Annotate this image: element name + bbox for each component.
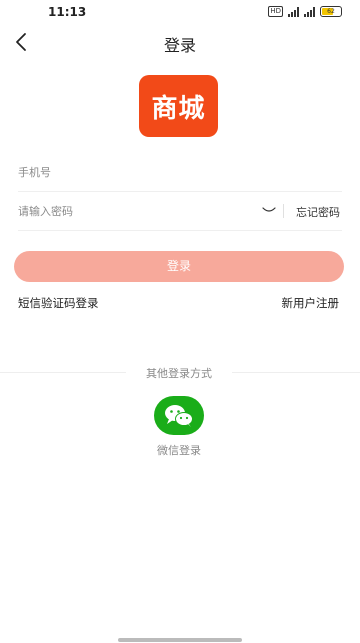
app-logo: 商城 [139,75,218,137]
phone-input[interactable] [18,153,238,191]
wechat-icon [165,405,193,427]
logo-text: 商城 [151,93,206,124]
page-title: 登录 [163,36,196,55]
home-indicator[interactable] [118,638,242,642]
password-input[interactable] [18,192,238,230]
phone-field [18,153,342,192]
login-button[interactable]: 登录 [14,251,344,282]
eye-closed-icon[interactable] [262,206,276,214]
signal-icon-2 [304,6,315,17]
status-bar: 11:13 HD 62 [0,0,360,24]
register-link[interactable]: 新用户注册 [282,295,340,311]
battery-level: 62 [327,8,335,15]
signal-icon [288,6,299,17]
nav-bar: 登录 [0,24,360,60]
hd-badge: HD [268,6,283,17]
other-login-title: 其他登录方式 [146,367,212,380]
status-icons: HD 62 [268,6,342,17]
field-divider [283,204,284,218]
status-time: 11:13 [48,5,87,19]
wechat-login-label: 微信登录 [157,444,201,457]
divider-right [232,372,360,373]
divider-left [0,372,126,373]
sms-login-link[interactable]: 短信验证码登录 [18,295,99,311]
wechat-login-button[interactable] [154,396,204,435]
password-field: 忘记密码 [18,192,342,231]
battery-icon: 62 [320,6,342,17]
forgot-password-link[interactable]: 忘记密码 [296,204,340,220]
